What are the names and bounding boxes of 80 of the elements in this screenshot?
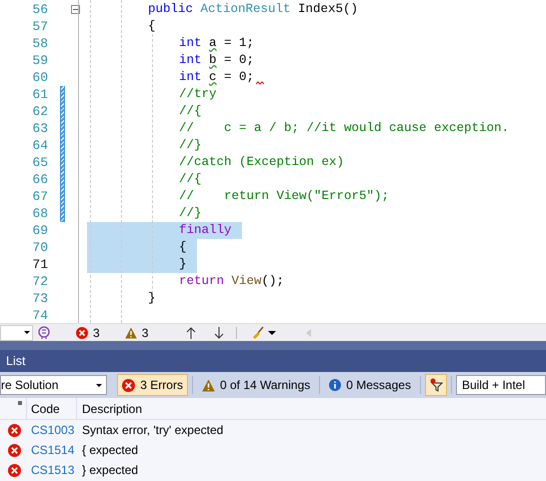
error-icon (122, 378, 136, 392)
line-number: 67 (31, 188, 48, 206)
line-number: 66 (31, 170, 48, 189)
error-icon (8, 424, 21, 436)
line-number: 56 (31, 0, 48, 19)
filter-button[interactable]: 0 Messages (324, 374, 416, 396)
line-number: 61 (31, 86, 48, 104)
code-token: int (179, 35, 203, 52)
panel-title: List (6, 352, 26, 370)
code-token: int (179, 69, 203, 86)
code-token: = 1; (223, 35, 254, 52)
code-comment: //catch (Exception ex) (179, 154, 344, 172)
code-token: ActionResult (200, 1, 291, 18)
code-token: = 0; (223, 69, 254, 86)
code-token: = 0; (223, 52, 254, 70)
code-token: c (209, 69, 217, 86)
column-header[interactable]: Description (77, 400, 142, 418)
caret-icon (24, 331, 30, 334)
line-number: 65 (31, 154, 48, 172)
line-number: 60 (31, 68, 48, 87)
line-number: 70 (31, 238, 48, 257)
code-token: (); (262, 273, 284, 290)
column-header[interactable]: Code (27, 398, 77, 419)
line-number: 69 (31, 222, 48, 240)
error-description: Syntax error, 'try' expected (81, 422, 224, 439)
error-icon (8, 444, 21, 456)
code-comment: //{ (179, 103, 202, 120)
code-token: return (179, 273, 226, 290)
source-dropdown[interactable]: Build + Intel (456, 375, 546, 395)
code-token: finally (179, 222, 232, 240)
code-comment: // c = a / b; //it would cause exception. (179, 120, 510, 138)
warning-icon (202, 378, 215, 392)
code-token: int (179, 52, 203, 70)
code-token: View (232, 273, 262, 290)
filter-button[interactable]: 3 Errors (117, 374, 188, 396)
scope-dropdown[interactable]: re Solution (0, 375, 108, 395)
line-number: 71 (31, 256, 48, 274)
error-code-link[interactable]: CS1003 (27, 421, 77, 439)
filter-toggle[interactable] (424, 374, 447, 396)
code-comment: //} (179, 137, 202, 154)
error-code-link[interactable]: CS1513 (27, 461, 77, 479)
error-description: { expected (81, 442, 138, 459)
arrow-up-icon[interactable] (186, 326, 196, 338)
info-icon (329, 379, 342, 391)
filter-icon (428, 378, 443, 392)
error-description: } expected (81, 462, 138, 479)
line-number: 64 (31, 136, 48, 155)
caret-icon[interactable] (268, 330, 276, 334)
line-number: 58 (31, 34, 48, 53)
warning-count[interactable]: 3 (124, 324, 148, 342)
code-comment: //} (179, 205, 202, 222)
warning-icon (124, 326, 137, 338)
arrow-down-icon[interactable] (214, 326, 224, 338)
line-number: 62 (31, 102, 48, 121)
line-number: 72 (31, 272, 48, 291)
code-token: { (148, 18, 156, 36)
collapse-icon[interactable] (70, 5, 80, 14)
code-token: public (148, 1, 194, 18)
error-code-link[interactable]: CS1514 (27, 441, 77, 459)
code-token: } (148, 290, 156, 308)
line-number: 74 (31, 306, 48, 325)
filter-button[interactable]: 0 of 14 Warnings (196, 374, 316, 396)
line-number: 59 (31, 52, 48, 70)
code-token: b (209, 52, 217, 70)
code-comment: //try (179, 86, 217, 104)
error-icon (76, 326, 88, 338)
code-comment: //{ (179, 171, 202, 188)
code-token: Index5() (297, 1, 358, 18)
code-token: } (179, 256, 187, 274)
error-icon (8, 464, 21, 476)
code-token: { (179, 239, 187, 256)
line-number: 63 (31, 120, 48, 138)
code-comment: // return View("Error5"); (179, 188, 390, 206)
error-count[interactable]: 3 (76, 324, 100, 342)
broom-icon[interactable] (251, 326, 266, 340)
caret-icon (96, 384, 102, 386)
line-number: 68 (31, 204, 48, 223)
line-number: 57 (31, 18, 48, 36)
line-number: 73 (31, 290, 48, 308)
code-token: a (209, 35, 217, 52)
